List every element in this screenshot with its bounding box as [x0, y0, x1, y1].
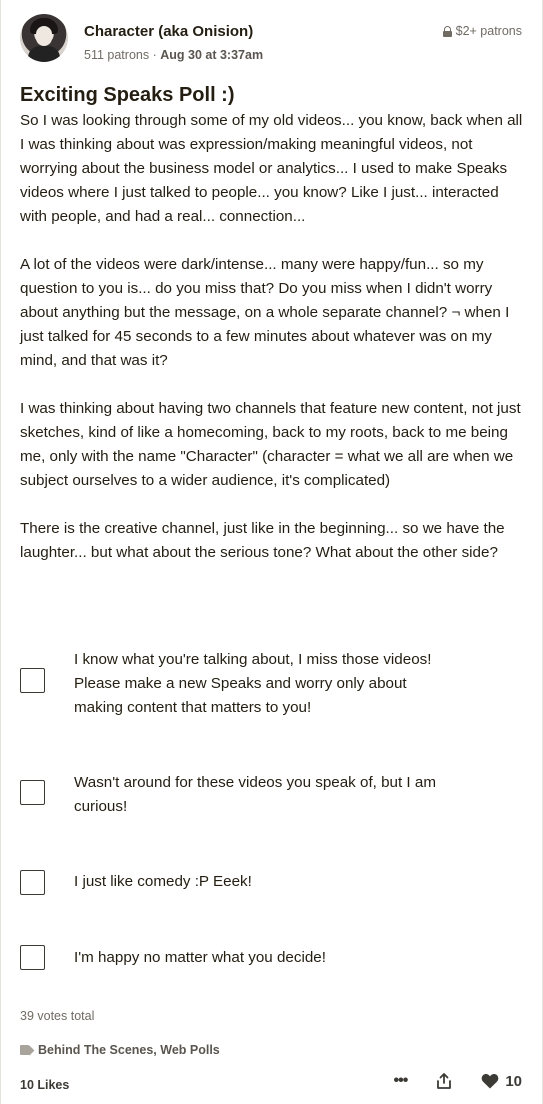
heart-icon — [481, 1073, 499, 1089]
tag-links[interactable]: Behind The Scenes, Web Polls — [38, 1043, 220, 1057]
patron-count: 511 patrons — [84, 48, 150, 62]
like-button[interactable]: 10 — [481, 1073, 522, 1090]
post-date[interactable]: Aug 30 at 3:37am — [160, 48, 263, 62]
share-icon[interactable] — [435, 1072, 453, 1090]
more-icon[interactable]: ••• — [394, 1072, 409, 1090]
poll-option-label[interactable]: Wasn't around for these videos you speak… — [74, 771, 454, 819]
post-paragraph: A lot of the videos were dark/intense...… — [20, 256, 510, 369]
tier-badge: $2+ patrons — [442, 24, 522, 38]
lock-icon — [442, 26, 452, 37]
post-paragraph: So I was looking through some of my old … — [20, 112, 523, 225]
post-meta: 511 patrons · Aug 30 at 3:37am — [84, 48, 263, 62]
poll-checkbox[interactable] — [20, 870, 45, 895]
poll-checkbox[interactable] — [20, 780, 45, 805]
author-name[interactable]: Character (aka Onision) — [84, 23, 253, 40]
post-paragraph: There is the creative channel, just like… — [20, 520, 505, 561]
tier-label: $2+ patrons — [455, 24, 522, 38]
post-actions: ••• 10 — [394, 1072, 523, 1090]
poll-checkbox[interactable] — [20, 668, 45, 693]
votes-total: 39 votes total — [20, 1009, 95, 1023]
post-title[interactable]: Exciting Speaks Poll :) — [20, 84, 235, 107]
post-body: So I was looking through some of my old … — [20, 109, 525, 589]
meta-separator: · — [152, 48, 157, 62]
poll-checkbox[interactable] — [20, 945, 45, 970]
post-tags: Behind The Scenes, Web Polls — [20, 1043, 220, 1057]
poll-option-label[interactable]: I know what you're talking about, I miss… — [74, 648, 454, 720]
poll-option-label[interactable]: I'm happy no matter what you decide! — [74, 946, 454, 970]
post-paragraph: I was thinking about having two channels… — [20, 400, 521, 489]
avatar[interactable] — [20, 14, 68, 62]
like-count: 10 — [505, 1072, 522, 1090]
likes-count-label[interactable]: 10 Likes — [20, 1078, 69, 1092]
poll-option-label[interactable]: I just like comedy :P Eeek! — [74, 870, 454, 894]
post-card: Character (aka Onision) 511 patrons · Au… — [0, 0, 543, 1104]
tag-icon — [20, 1045, 32, 1055]
